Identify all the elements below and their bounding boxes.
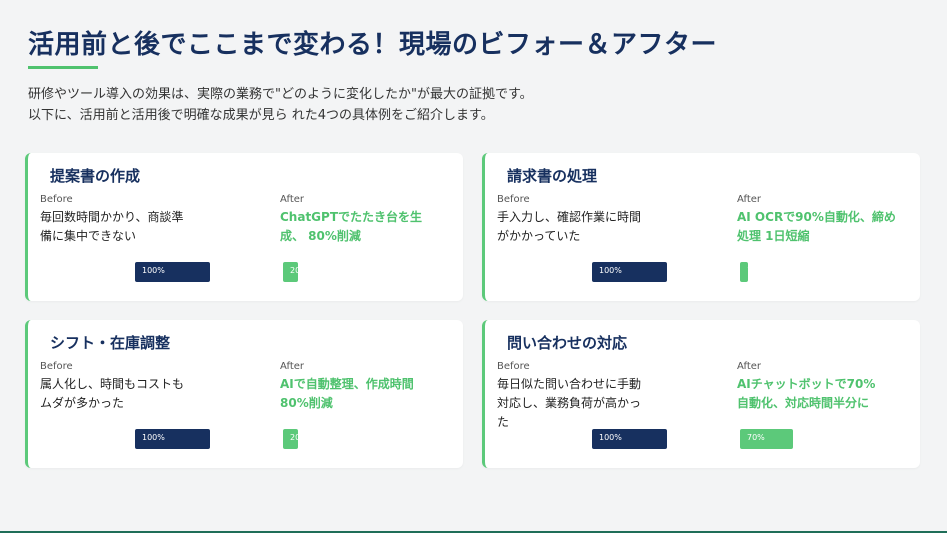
- before-label: Before: [497, 361, 530, 372]
- before-text: 手入力し、確認作業に時間 がかかっていた: [497, 210, 642, 243]
- after-bar: 20: [283, 429, 298, 449]
- after-column: After AI OCRで90%自動化、締め 処理 1日短縮: [737, 193, 917, 246]
- after-label: After: [737, 361, 762, 372]
- before-bar-label: 100%: [142, 266, 165, 275]
- after-column: After ChatGPTでたたき台を生 成、 80%削減: [280, 193, 460, 246]
- card-title: シフト・在庫調整: [50, 334, 171, 352]
- case-card-invoice: 請求書の処理 Before 手入力し、確認作業に時間 がかかっていた After…: [482, 153, 920, 301]
- after-column: After AIチャットボットで70% 自動化、対応時間半分に: [737, 360, 917, 413]
- before-bar-label: 100%: [142, 433, 165, 442]
- card-title: 提案書の作成: [50, 167, 141, 185]
- page-title: 活用前と後でここまで変わる！現場のビフォー＆アフター: [28, 30, 718, 60]
- case-card-proposal: 提案書の作成 Before 毎回数時間かかり、商談準 備に集中できない Afte…: [25, 153, 463, 301]
- before-bar-label: 100%: [599, 266, 622, 275]
- after-label: After: [737, 194, 762, 205]
- after-text: ChatGPTでたたき台を生 成、 80%削減: [280, 210, 423, 243]
- before-bar: 100%: [135, 262, 210, 282]
- before-bar: 100%: [135, 429, 210, 449]
- before-bar-label: 100%: [599, 433, 622, 442]
- before-label: Before: [40, 194, 73, 205]
- intro-text: 研修やツール導入の効果は、実際の業務で"どのように変化したか"が最大の証拠です。…: [28, 84, 533, 126]
- after-column: After AIで自動整理、作成時間 80%削減: [280, 360, 460, 413]
- intro-line: 研修やツール導入の効果は、実際の業務で"どのように変化したか"が最大の証拠です。: [28, 87, 533, 102]
- after-bar-label: 20: [290, 433, 298, 442]
- before-bar: 100%: [592, 429, 667, 449]
- before-text: 毎回数時間かかり、商談準 備に集中できない: [40, 210, 184, 243]
- before-column: Before 毎日似た問い合わせに手動 対応し、業務負荷が高かっ た: [497, 360, 677, 432]
- before-column: Before 毎回数時間かかり、商談準 備に集中できない: [40, 193, 220, 246]
- slide: 活用前と後でここまで変わる！現場のビフォー＆アフター 研修やツール導入の効果は、…: [0, 0, 947, 533]
- after-text: AIで自動整理、作成時間 80%削減: [280, 377, 414, 410]
- after-text: AIチャットボットで70% 自動化、対応時間半分に: [737, 377, 876, 410]
- after-label: After: [280, 361, 305, 372]
- after-bar-label: 20: [290, 266, 298, 275]
- after-bar: 1: [740, 262, 748, 282]
- before-column: Before 属人化し、時間もコストも ムダが多かった: [40, 360, 220, 413]
- before-label: Before: [497, 194, 530, 205]
- card-title: 問い合わせの対応: [507, 334, 628, 352]
- before-text: 属人化し、時間もコストも ムダが多かった: [40, 377, 185, 410]
- before-column: Before 手入力し、確認作業に時間 がかかっていた: [497, 193, 677, 246]
- card-title: 請求書の処理: [507, 167, 598, 185]
- before-text: 毎日似た問い合わせに手動 対応し、業務負荷が高かっ た: [497, 377, 642, 429]
- after-label: After: [280, 194, 305, 205]
- case-card-shift: シフト・在庫調整 Before 属人化し、時間もコストも ムダが多かった Aft…: [25, 320, 463, 468]
- title-underline: [28, 66, 98, 69]
- case-card-inquiry: 問い合わせの対応 Before 毎日似た問い合わせに手動 対応し、業務負荷が高か…: [482, 320, 920, 468]
- after-bar-label: 70%: [747, 433, 765, 442]
- after-bar-label: 1: [747, 266, 748, 275]
- intro-line: 以下に、活用前と活用後で明確な成果が見ら れた4つの具体例をご紹介します。: [28, 108, 494, 123]
- after-text: AI OCRで90%自動化、締め 処理 1日短縮: [737, 210, 896, 243]
- before-label: Before: [40, 361, 73, 372]
- after-bar: 70%: [740, 429, 793, 449]
- before-bar: 100%: [592, 262, 667, 282]
- after-bar: 20: [283, 262, 298, 282]
